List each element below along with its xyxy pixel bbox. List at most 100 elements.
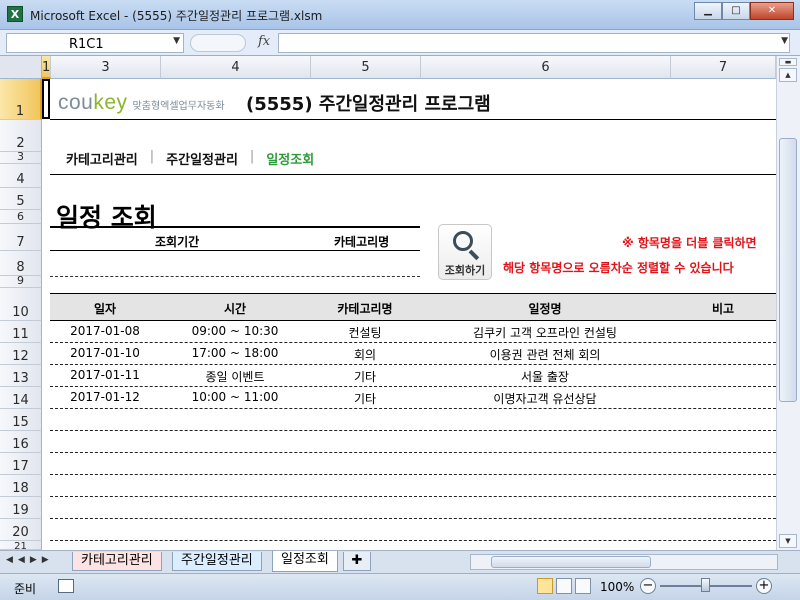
tab-category-management[interactable]: 카테고리관리 <box>72 552 162 571</box>
cell-schedule-name[interactable]: 서울 출장 <box>420 368 670 385</box>
column-header[interactable]: 5 <box>311 56 421 79</box>
cell-date[interactable]: 2017-01-11 <box>50 368 160 382</box>
table-row[interactable] <box>50 519 776 541</box>
row-header[interactable]: 6 <box>0 210 42 224</box>
cell-category[interactable]: 회의 <box>310 346 420 363</box>
cell-date[interactable]: 2017-01-12 <box>50 390 160 404</box>
scroll-down-icon[interactable]: ▼ <box>779 534 797 548</box>
zoom-level[interactable]: 100% <box>600 580 634 594</box>
header-schedule-name[interactable]: 일정명 <box>420 300 670 317</box>
active-cell[interactable] <box>42 79 50 119</box>
close-button[interactable]: ✕ <box>750 2 794 20</box>
cell-time[interactable]: 09:00 ~ 10:30 <box>160 324 310 338</box>
cell-time[interactable]: 17:00 ~ 18:00 <box>160 346 310 360</box>
column-header[interactable]: 6 <box>421 56 671 79</box>
row-header[interactable]: 7 <box>0 224 42 251</box>
cell-date[interactable]: 2017-01-08 <box>50 324 160 338</box>
cell-time[interactable]: 10:00 ~ 11:00 <box>160 390 310 404</box>
table-row[interactable]: 2017-01-10 17:00 ~ 18:00 회의 이용권 관련 전체 회의 <box>50 343 776 365</box>
row-header[interactable]: 5 <box>0 188 42 210</box>
vertical-scrollbar[interactable]: ▬ ▲ ▼ <box>776 56 800 550</box>
table-row[interactable] <box>50 475 776 497</box>
header-divider <box>50 119 776 120</box>
cell-category[interactable]: 기타 <box>310 368 420 385</box>
header-date[interactable]: 일자 <box>50 300 160 317</box>
filter-input-row[interactable] <box>50 276 420 277</box>
cell-schedule-name[interactable]: 이용권 관련 전체 회의 <box>420 346 670 363</box>
row-header[interactable]: 18 <box>0 475 42 497</box>
tab-schedule-search[interactable]: 일정조회 <box>272 551 338 572</box>
insert-function-icon[interactable]: fx <box>258 34 270 49</box>
menu-weekly-schedule[interactable]: 주간일정관리 <box>166 149 238 168</box>
header-notes[interactable]: 비고 <box>670 300 776 317</box>
excel-icon[interactable]: X <box>7 6 23 22</box>
cell-schedule-name[interactable]: 김쿠키 고객 오프라인 컨설팅 <box>420 324 670 341</box>
zoom-out-icon[interactable]: − <box>640 578 656 594</box>
row-header[interactable]: 13 <box>0 365 42 387</box>
expand-formula-icon[interactable]: ▼ <box>781 36 788 46</box>
row-header[interactable]: 14 <box>0 387 42 409</box>
zoom-in-icon[interactable]: + <box>756 578 772 594</box>
cell-category[interactable]: 컨설팅 <box>310 324 420 341</box>
search-button[interactable]: 조회하기 <box>438 224 492 280</box>
view-buttons <box>537 578 591 594</box>
select-all-corner[interactable] <box>0 56 42 79</box>
header-category[interactable]: 카테고리명 <box>310 300 420 317</box>
row-header[interactable]: 11 <box>0 321 42 343</box>
column-header[interactable]: 4 <box>161 56 311 79</box>
table-row[interactable] <box>50 497 776 519</box>
row-header[interactable]: 10 <box>0 288 42 321</box>
cell-schedule-name[interactable]: 이명자고객 유선상담 <box>420 390 670 407</box>
chevron-down-icon[interactable]: ▼ <box>173 36 180 46</box>
minimize-button[interactable]: ▁ <box>694 2 722 20</box>
column-header[interactable]: 1 <box>42 56 51 79</box>
row-header[interactable]: 15 <box>0 409 42 431</box>
table-row[interactable] <box>50 431 776 453</box>
row-header[interactable]: 9 <box>0 274 42 288</box>
normal-view-icon[interactable] <box>537 578 553 594</box>
split-handle[interactable]: ▬ <box>779 58 797 66</box>
vertical-scroll-thumb[interactable] <box>779 138 797 402</box>
row-header[interactable]: 17 <box>0 453 42 475</box>
row-header[interactable]: 2 <box>0 120 42 152</box>
row-header[interactable]: 20 <box>0 519 42 541</box>
row-header[interactable]: 3 <box>0 150 42 164</box>
insert-sheet-icon[interactable]: ✚ <box>343 552 371 571</box>
row-header[interactable]: 16 <box>0 431 42 453</box>
scroll-up-icon[interactable]: ▲ <box>779 68 797 82</box>
page-break-icon[interactable] <box>575 578 591 594</box>
macro-record-icon[interactable] <box>58 579 74 593</box>
menu-category-management[interactable]: 카테고리관리 <box>66 149 138 168</box>
table-row[interactable] <box>50 409 776 431</box>
formula-buttons[interactable] <box>190 34 246 52</box>
formula-input[interactable]: ▼ <box>278 33 790 53</box>
maximize-button[interactable]: □ <box>722 2 750 20</box>
table-row[interactable]: 2017-01-11 종일 이벤트 기타 서울 출장 <box>50 365 776 387</box>
table-row[interactable]: 2017-01-08 09:00 ~ 10:30 컨설팅 김쿠키 고객 오프라인… <box>50 321 776 343</box>
horizontal-scroll-thumb[interactable] <box>491 556 651 568</box>
table-row[interactable]: 2017-01-12 10:00 ~ 11:00 기타 이명자고객 유선상담 <box>50 387 776 409</box>
column-header[interactable]: 3 <box>51 56 161 79</box>
sheet-nav-arrows[interactable]: ◀◀▶▶ <box>6 555 54 565</box>
row-header[interactable]: 21 <box>0 541 42 550</box>
zoom-slider-knob[interactable] <box>701 578 710 592</box>
cell-time[interactable]: 종일 이벤트 <box>160 368 310 385</box>
row-header[interactable]: 19 <box>0 497 42 519</box>
horizontal-scrollbar[interactable] <box>470 554 778 570</box>
row-header[interactable]: 8 <box>0 251 42 276</box>
cell-category[interactable]: 기타 <box>310 390 420 407</box>
name-box[interactable]: R1C1 ▼ <box>6 33 184 53</box>
menu-schedule-search[interactable]: 일정조회 <box>266 149 314 168</box>
header-time[interactable]: 시간 <box>160 300 310 317</box>
sort-hint-line1: ※ 항목명을 더블 클릭하면 <box>622 236 757 250</box>
column-header[interactable]: 7 <box>671 56 776 79</box>
cell-date[interactable]: 2017-01-10 <box>50 346 160 360</box>
status-bar: 준비 100% − + <box>0 573 800 600</box>
page-layout-icon[interactable] <box>556 578 572 594</box>
row-header[interactable]: 1 <box>0 79 42 120</box>
formula-tools: fx <box>188 33 274 53</box>
tab-weekly-schedule[interactable]: 주간일정관리 <box>172 552 262 571</box>
table-row[interactable] <box>50 453 776 475</box>
row-header[interactable]: 12 <box>0 343 42 365</box>
row-header[interactable]: 4 <box>0 164 42 188</box>
